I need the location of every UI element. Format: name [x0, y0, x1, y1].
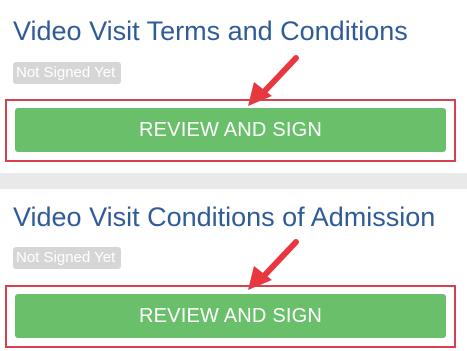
document-title: Video Visit Terms and Conditions [13, 16, 408, 46]
status-badge: Not Signed Yet [13, 247, 122, 269]
review-and-sign-button[interactable]: REVIEW AND SIGN [15, 294, 446, 338]
highlight-box: REVIEW AND SIGN [5, 285, 456, 348]
status-badge: Not Signed Yet [13, 62, 122, 84]
highlight-box: REVIEW AND SIGN [5, 99, 456, 162]
document-card-admission: Video Visit Conditions of Admission Not … [0, 189, 467, 351]
document-title: Video Visit Conditions of Admission [13, 202, 436, 232]
review-and-sign-button[interactable]: REVIEW AND SIGN [15, 108, 446, 152]
document-list: Video Visit Terms and Conditions Not Sig… [0, 0, 467, 351]
document-card-terms: Video Visit Terms and Conditions Not Sig… [0, 0, 467, 173]
